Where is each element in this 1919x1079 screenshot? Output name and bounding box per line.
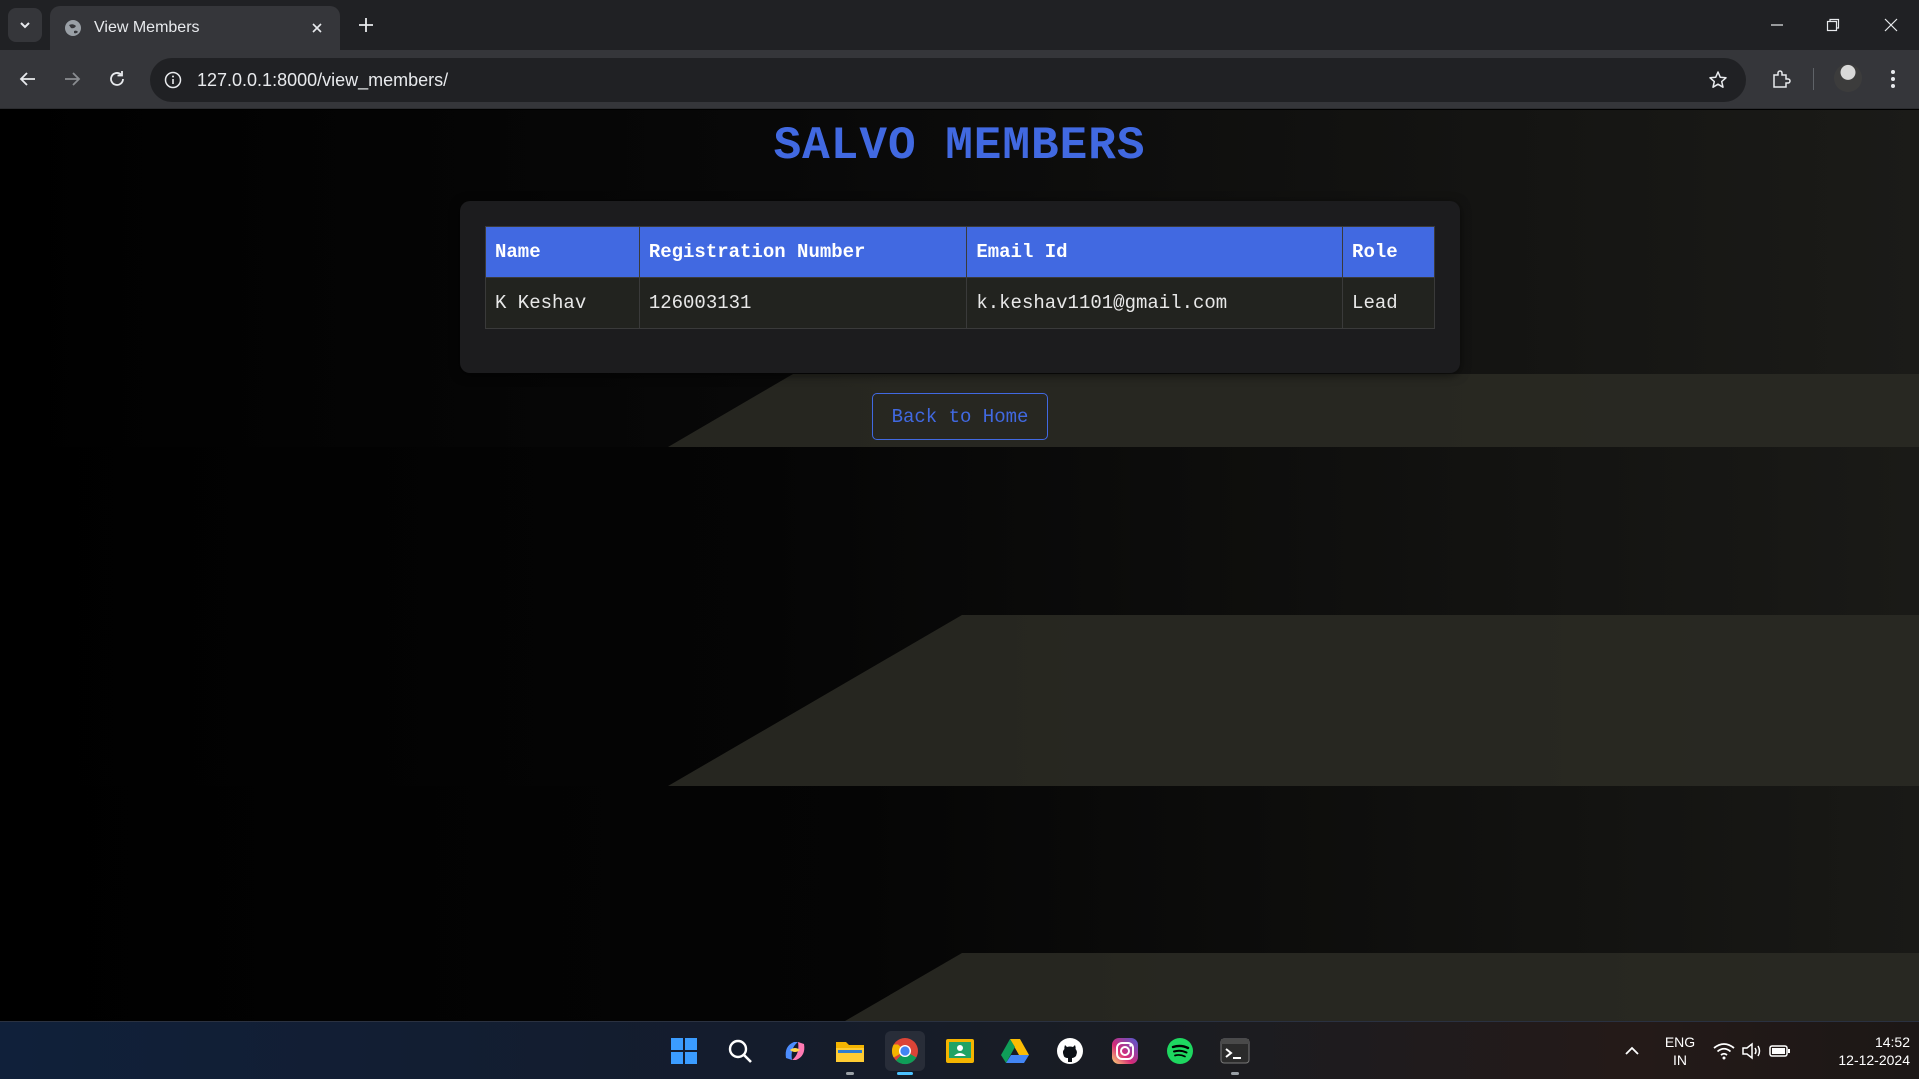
region-code: IN (1673, 1052, 1687, 1068)
close-window-button[interactable] (1866, 8, 1916, 42)
more-vertical-icon (1891, 70, 1895, 88)
reload-button[interactable] (101, 63, 133, 95)
clock-time: 14:52 (1874, 1034, 1910, 1050)
forward-nav-button[interactable] (56, 63, 88, 95)
instagram-app[interactable] (1105, 1031, 1145, 1071)
column-header-name: Name (485, 226, 640, 278)
wifi-icon (1713, 1043, 1735, 1060)
tab-title: View Members (94, 19, 200, 36)
language-code: ENG (1664, 1034, 1696, 1050)
google-classroom-app[interactable] (940, 1031, 980, 1071)
clock[interactable]: 14:52 12-12-2024 (1810, 1033, 1910, 1069)
google-drive-app[interactable] (995, 1031, 1035, 1071)
file-explorer-app[interactable] (830, 1031, 870, 1075)
table-header-row: Name Registration Number Email Id Role (485, 226, 1435, 278)
background-band (0, 447, 1919, 786)
puzzle-icon (1773, 70, 1791, 88)
page-viewport: SALVO MEMBERS Name Registration Number E… (0, 110, 1919, 1021)
terminal-icon (1220, 1038, 1250, 1064)
profile-avatar[interactable] (1834, 64, 1862, 92)
minimize-icon (1771, 24, 1783, 26)
running-indicator (1231, 1072, 1239, 1075)
address-bar[interactable]: 127.0.0.1:8000/view_members/ (150, 58, 1746, 102)
chevron-down-icon (20, 22, 30, 29)
members-card: Name Registration Number Email Id Role K… (460, 201, 1460, 373)
tab-close-icon[interactable] (306, 17, 328, 39)
github-icon (1057, 1038, 1083, 1064)
clock-date: 12-12-2024 (1838, 1052, 1910, 1068)
table-row: K Keshav 126003131 k.keshav1101@gmail.co… (485, 277, 1435, 329)
chevron-up-icon (1625, 1046, 1639, 1055)
bookmark-star-icon[interactable] (1706, 68, 1730, 92)
info-icon[interactable] (162, 69, 184, 91)
search-icon (728, 1039, 752, 1063)
back-nav-button[interactable] (12, 63, 44, 95)
copilot-app[interactable] (775, 1031, 815, 1071)
column-header-email: Email Id (966, 226, 1344, 278)
github-app[interactable] (1050, 1031, 1090, 1071)
quick-settings-button[interactable] (1707, 1031, 1797, 1071)
folder-icon (836, 1042, 864, 1062)
cell-name: K Keshav (485, 277, 640, 329)
active-indicator (897, 1072, 913, 1075)
chrome-app[interactable] (885, 1031, 925, 1075)
taskbar-search-button[interactable] (720, 1031, 760, 1071)
start-button[interactable] (664, 1031, 704, 1071)
column-header-registration-number: Registration Number (638, 226, 968, 278)
address-url[interactable]: 127.0.0.1:8000/view_members/ (197, 70, 448, 91)
browser-toolbar: 127.0.0.1:8000/view_members/ (0, 50, 1919, 109)
extensions-button[interactable] (1765, 63, 1797, 95)
toolbar-separator (1813, 68, 1814, 90)
google-drive-icon (1001, 1039, 1029, 1063)
classroom-icon (946, 1039, 974, 1063)
minimize-button[interactable] (1752, 8, 1802, 42)
chrome-menu-button[interactable] (1877, 63, 1909, 95)
plus-icon (359, 18, 373, 32)
running-indicator (846, 1072, 854, 1075)
battery-icon (1769, 1045, 1790, 1057)
globe-icon (65, 20, 81, 36)
terminal-app[interactable] (1215, 1031, 1255, 1075)
windows-logo-icon (671, 1038, 697, 1064)
close-icon (1884, 18, 1898, 32)
browser-tab-bar: View Members (0, 0, 1919, 50)
restore-button[interactable] (1808, 8, 1858, 42)
instagram-icon (1112, 1038, 1138, 1064)
arrow-right-icon (65, 72, 81, 86)
browser-tab-active[interactable]: View Members (50, 6, 340, 50)
show-hidden-icons-button[interactable] (1612, 1031, 1652, 1071)
language-indicator[interactable]: ENG IN (1660, 1033, 1700, 1069)
cell-email: k.keshav1101@gmail.com (966, 277, 1344, 329)
cell-registration-number: 126003131 (638, 277, 968, 329)
copilot-icon (785, 1042, 805, 1060)
chrome-icon (891, 1038, 918, 1065)
page-title: SALVO MEMBERS (773, 120, 1146, 172)
background-band (0, 786, 1919, 1021)
spotify-icon (1167, 1038, 1193, 1064)
windows-taskbar: ENG IN 14:52 12-12-2024 (0, 1021, 1919, 1079)
arrow-left-icon (19, 72, 35, 86)
cell-role: Lead (1342, 277, 1435, 329)
members-table: Name Registration Number Email Id Role K… (485, 226, 1435, 329)
reload-icon (110, 71, 124, 86)
volume-icon (1742, 1042, 1761, 1060)
new-tab-button[interactable] (353, 12, 379, 38)
back-to-home-button[interactable]: Back to Home (872, 393, 1048, 440)
tab-search-button[interactable] (8, 8, 42, 42)
column-header-role: Role (1342, 226, 1435, 278)
restore-icon (1826, 18, 1840, 32)
spotify-app[interactable] (1160, 1031, 1200, 1071)
